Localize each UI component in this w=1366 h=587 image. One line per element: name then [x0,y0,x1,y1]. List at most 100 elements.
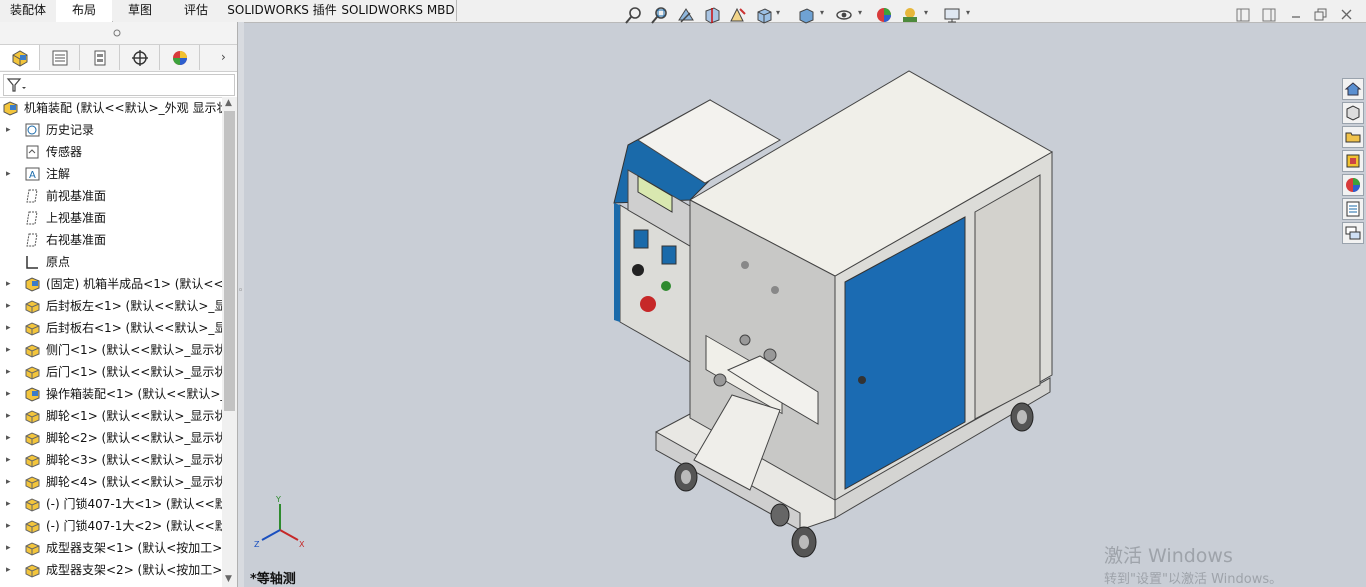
tree-item[interactable]: ▸ 脚轮<4> (默认<<默认>_显示状 [0,471,222,493]
tree-expand-arrow[interactable]: ▸ [6,163,14,185]
assembly-icon [3,101,18,116]
view-settings-dropdown[interactable]: ▾ [966,8,970,17]
filter-box[interactable] [3,74,235,96]
tree-item[interactable]: 机箱装配 (默认<<默认>_外观 显示状 [0,97,222,119]
task-pane-forum[interactable] [1342,222,1364,244]
part-icon [25,322,40,336]
tree-expand-arrow[interactable]: ▸ [6,559,14,581]
tree-scrollbar[interactable]: ▲ ▼ [222,97,237,587]
tree-expand-arrow[interactable]: ▸ [6,383,14,405]
hide-show-dropdown[interactable]: ▾ [858,8,862,17]
tree-item[interactable]: ▸ 脚轮<1> (默认<<默认>_显示状 [0,405,222,427]
dimxpert-icon [131,49,148,66]
tree-expand-arrow[interactable]: ▸ [6,471,14,493]
close-icon[interactable] [1340,8,1353,21]
apply-scene-dropdown[interactable]: ▾ [924,8,928,17]
tree-item[interactable]: ▸ (-) 门锁407-1大<1> (默认<<默 [0,493,222,515]
task-pane-custom-properties[interactable] [1342,198,1364,220]
tree-item[interactable]: ▸ 后封板右<1> (默认<<默认>_显 [0,317,222,339]
tab-layout[interactable]: 布局 [56,0,113,23]
tab-feature-manager[interactable] [0,45,40,70]
tree-item[interactable]: ▸ (固定) 机箱半成品<1> (默认<<默 [0,273,222,295]
triad-y-label: Y [275,495,281,504]
tree-expand-arrow[interactable]: ▸ [6,295,14,317]
model-viewport[interactable]: Y X Z [244,22,1340,587]
task-pane-3d-content[interactable] [1342,102,1364,124]
tab-property-manager[interactable] [40,45,80,70]
tree-item[interactable]: 右视基准面 [0,229,222,251]
task-pane-design-library[interactable] [1342,150,1364,172]
tab-sketch[interactable]: 草图 [112,0,169,21]
tree-item[interactable]: ▸ (-) 门锁407-1大<2> (默认<<默 [0,515,222,537]
tab-dimxpert[interactable] [120,45,160,70]
tree-item[interactable]: 原点 [0,251,222,273]
tree-item[interactable]: ▸ 成型器支架<1> (默认<按加工> [0,537,222,559]
tree-item[interactable]: 传感器 [0,141,222,163]
tree-item-label: 后门<1> (默认<<默认>_显示状 [46,365,222,379]
tree-item[interactable]: ▸ 侧门<1> (默认<<默认>_显示状 [0,339,222,361]
part-icon [25,410,40,424]
task-pane-tabs [1340,76,1366,246]
view-orientation-dropdown[interactable]: ▾ [776,8,780,17]
tree-item-label: 右视基准面 [46,233,107,247]
minimize-icon[interactable] [1290,9,1302,21]
origin-icon [26,256,38,269]
tree-expand-arrow[interactable]: ▸ [6,537,14,559]
tree-item-label: 上视基准面 [46,211,107,225]
subassembly-icon [25,387,40,402]
history-icon [25,123,40,137]
tree-item[interactable]: ▸ 脚轮<2> (默认<<默认>_显示状 [0,427,222,449]
collapse-left-icon[interactable] [1236,8,1250,22]
task-pane-appearances[interactable] [1342,174,1364,196]
plane-icon [26,233,38,247]
part-icon [25,300,40,314]
tree-item-label: 侧门<1> (默认<<默认>_显示状 [46,343,222,357]
tree-item[interactable]: ▸ 历史记录 [0,119,222,141]
tree-item[interactable]: ▸ 后封板左<1> (默认<<默认>_显 [0,295,222,317]
panel-expand-arrow[interactable]: › [221,50,226,64]
tree-item[interactable]: ▸ 成型器支架<2> (默认<按加工> [0,559,222,581]
tree-item-label: 脚轮<1> (默认<<默认>_显示状 [46,409,222,423]
tree-item-label: 成型器支架<2> (默认<按加工> [46,563,222,577]
display-manager-icon [172,50,187,65]
tab-assembly[interactable]: 装配体 [0,0,57,21]
tree-expand-arrow[interactable]: ▸ [6,493,14,515]
tree-item-label: 脚轮<2> (默认<<默认>_显示状 [46,431,222,445]
pin-icon[interactable] [113,29,121,37]
tree-item[interactable]: ▸ 操作箱装配<1> (默认<<默认>_ [0,383,222,405]
tree-expand-arrow[interactable]: ▸ [6,449,14,471]
scroll-up-arrow[interactable]: ▲ [225,98,232,108]
scroll-thumb[interactable] [224,111,235,411]
tree-item[interactable]: ▸ 后门<1> (默认<<默认>_显示状 [0,361,222,383]
scroll-down-arrow[interactable]: ▼ [225,574,232,584]
home-icon [1344,82,1362,96]
tab-display-manager[interactable] [160,45,200,70]
tree-expand-arrow[interactable]: ▸ [6,317,14,339]
tree-expand-arrow[interactable]: ▸ [6,361,14,383]
tree-expand-arrow[interactable]: ▸ [6,515,14,537]
task-pane-file-explorer[interactable] [1342,126,1364,148]
tree-expand-arrow[interactable]: ▸ [6,405,14,427]
tree-item[interactable]: 前视基准面 [0,185,222,207]
part-icon [25,432,40,446]
tab-solidworks-addins[interactable]: SOLIDWORKS 插件 [224,0,341,21]
tree-item[interactable]: ▸ 脚轮<3> (默认<<默认>_显示状 [0,449,222,471]
tree-expand-arrow[interactable]: ▸ [6,119,14,141]
task-pane-home[interactable] [1342,78,1364,100]
panel-splitter[interactable]: ◦ [237,22,244,587]
display-style-dropdown[interactable]: ▾ [820,8,824,17]
tree-item-label: 前视基准面 [46,189,107,203]
tree-expand-arrow[interactable]: ▸ [6,339,14,361]
tree-expand-arrow[interactable]: ▸ [6,273,14,295]
tab-configuration-manager[interactable] [80,45,120,70]
tab-evaluate[interactable]: 评估 [168,0,225,21]
splitter-handle[interactable]: ◦ [238,286,243,296]
tab-solidworks-mbd[interactable]: SOLIDWORKS MBD [340,0,457,21]
tree-item[interactable]: 上视基准面 [0,207,222,229]
tree-expand-arrow[interactable]: ▸ [6,427,14,449]
annotation-icon: A [25,167,40,181]
tree-item-label: 操作箱装配<1> (默认<<默认>_ [46,387,222,401]
restore-icon[interactable] [1314,8,1327,21]
collapse-right-icon[interactable] [1262,8,1276,22]
tree-item[interactable]: ▸ A 注解 [0,163,222,185]
